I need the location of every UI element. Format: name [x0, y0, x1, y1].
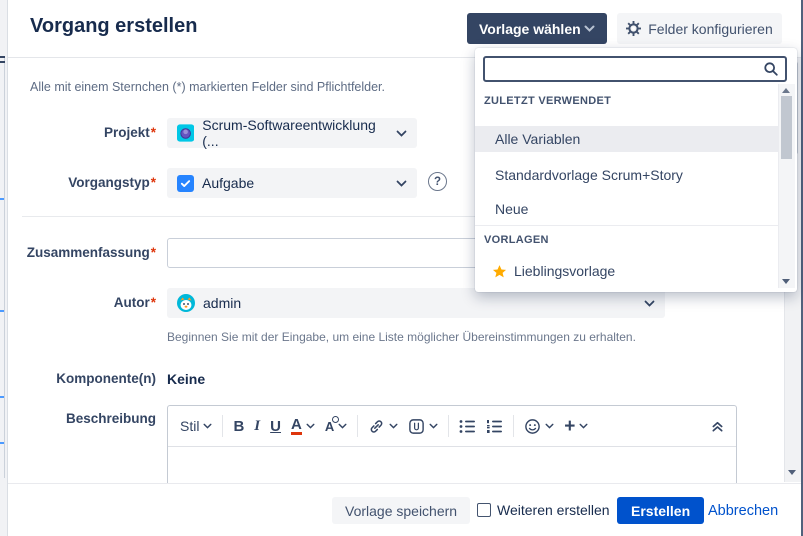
author-select[interactable]: admin — [167, 288, 665, 318]
scroll-down-icon[interactable] — [782, 279, 790, 284]
cancel-link[interactable]: Abbrechen — [708, 503, 778, 519]
style-dropdown-button[interactable]: Stil — [180, 418, 212, 434]
footer-divider — [8, 483, 801, 484]
search-icon — [763, 61, 779, 77]
editor-toolbar: Stil B I U A A — [168, 406, 736, 447]
template-option-favorite[interactable]: Lieblingsvorlage — [475, 258, 778, 284]
templates-section-header: VORLAGEN — [484, 234, 549, 246]
description-editor[interactable]: Stil B I U A A — [167, 405, 737, 483]
template-dropdown-panel: ZULETZT VERWENDET Alle Variablen Standar… — [475, 48, 797, 292]
chevron-down-icon — [306, 423, 315, 429]
chevron-down-icon — [579, 423, 588, 429]
toolbar-divider — [222, 415, 223, 437]
dropdown-divider — [475, 225, 778, 226]
insert-more-button[interactable]: + — [564, 418, 588, 435]
scroll-up-icon[interactable] — [782, 88, 790, 93]
link-button[interactable] — [368, 418, 398, 435]
star-icon — [492, 264, 507, 279]
bold-button[interactable]: B — [233, 418, 244, 435]
create-button[interactable]: Erstellen — [617, 497, 704, 524]
toolbar-divider — [357, 415, 358, 437]
numbered-list-button[interactable] — [486, 419, 503, 434]
author-label: Autor* — [8, 295, 156, 310]
required-marker: * — [150, 295, 156, 310]
page-title: Vorgang erstellen — [30, 15, 197, 38]
chevron-down-icon — [644, 300, 655, 307]
description-textarea[interactable] — [168, 447, 736, 484]
issue-type-select-value: Aufgabe — [202, 175, 254, 191]
highlight-color-button[interactable]: A — [325, 419, 347, 434]
components-label: Komponente(n) — [8, 371, 156, 386]
chevron-down-icon — [584, 25, 595, 32]
bullet-list-icon — [459, 419, 476, 434]
project-select[interactable]: Scrum-Softwareentwicklung (... — [167, 118, 417, 148]
emoji-button[interactable] — [524, 418, 554, 435]
double-chevron-up-icon — [711, 420, 724, 433]
text-color-button[interactable]: A — [291, 417, 315, 435]
toolbar-divider — [513, 415, 514, 437]
attachment-button[interactable] — [408, 418, 438, 435]
help-icon[interactable]: ? — [428, 172, 447, 191]
template-option[interactable]: Neue — [475, 196, 778, 222]
user-avatar-icon — [177, 294, 195, 312]
attachment-icon — [408, 418, 425, 435]
author-helper-text: Beginnen Sie mit der Eingabe, um eine Li… — [167, 330, 636, 344]
scroll-down-icon[interactable] — [788, 470, 796, 475]
task-type-icon — [177, 175, 194, 192]
chevron-down-icon — [203, 423, 212, 429]
text-color-icon: A — [291, 417, 302, 435]
summary-label: Zusammenfassung* — [8, 245, 156, 260]
issue-type-label: Vorgangstyp* — [8, 175, 156, 190]
components-value: Keine — [167, 371, 205, 387]
create-another-option: Weiteren erstellen — [477, 502, 610, 518]
chevron-down-icon — [429, 423, 438, 429]
required-marker: * — [150, 175, 156, 190]
save-template-button[interactable]: Vorlage speichern — [332, 497, 470, 524]
choose-template-button[interactable]: Vorlage wählen — [467, 13, 607, 44]
choose-template-label: Vorlage wählen — [479, 21, 581, 37]
collapse-toolbar-button[interactable] — [711, 420, 724, 433]
bullet-list-button[interactable] — [459, 419, 476, 434]
required-fields-hint: Alle mit einem Sternchen (*) markierten … — [30, 80, 385, 94]
create-another-checkbox[interactable] — [477, 503, 491, 517]
issue-type-select[interactable]: Aufgabe — [167, 168, 417, 198]
chevron-down-icon — [396, 130, 407, 137]
configure-fields-label: Felder konfigurieren — [648, 21, 773, 37]
template-search-box — [483, 56, 787, 82]
required-marker: * — [150, 245, 156, 260]
description-label: Beschreibung — [8, 411, 156, 426]
numbered-list-icon — [486, 419, 503, 434]
chevron-down-icon — [389, 423, 398, 429]
link-icon — [368, 418, 385, 435]
scrollbar-thumb[interactable] — [781, 96, 792, 159]
gear-icon — [626, 21, 641, 36]
underline-button[interactable]: U — [270, 418, 281, 435]
create-another-label: Weiteren erstellen — [497, 502, 610, 518]
project-label: Projekt* — [8, 125, 156, 140]
author-select-value: admin — [203, 295, 241, 311]
emoji-icon — [524, 418, 541, 435]
add-icon: + — [564, 418, 575, 435]
project-avatar-icon — [177, 124, 194, 142]
recent-section-header: ZULETZT VERWENDET — [484, 95, 611, 107]
italic-button[interactable]: I — [254, 418, 260, 435]
toolbar-divider — [448, 415, 449, 437]
project-select-value: Scrum-Softwareentwicklung (... — [202, 117, 388, 149]
template-search-input[interactable] — [491, 61, 763, 78]
background-page-left-edge — [0, 0, 8, 536]
chevron-down-icon — [545, 423, 554, 429]
dropdown-scrollbar[interactable] — [778, 84, 795, 288]
chevron-down-icon — [338, 423, 347, 429]
highlight-color-icon: A — [325, 419, 334, 434]
template-option[interactable]: Standardvorlage Scrum+Story — [475, 162, 778, 188]
create-issue-dialog: Vorgang erstellen Vorlage wählen Felder … — [0, 0, 803, 536]
required-marker: * — [150, 125, 156, 140]
configure-fields-button[interactable]: Felder konfigurieren — [617, 13, 782, 44]
chevron-down-icon — [396, 180, 407, 187]
template-option-selected[interactable]: Alle Variablen — [475, 126, 778, 152]
